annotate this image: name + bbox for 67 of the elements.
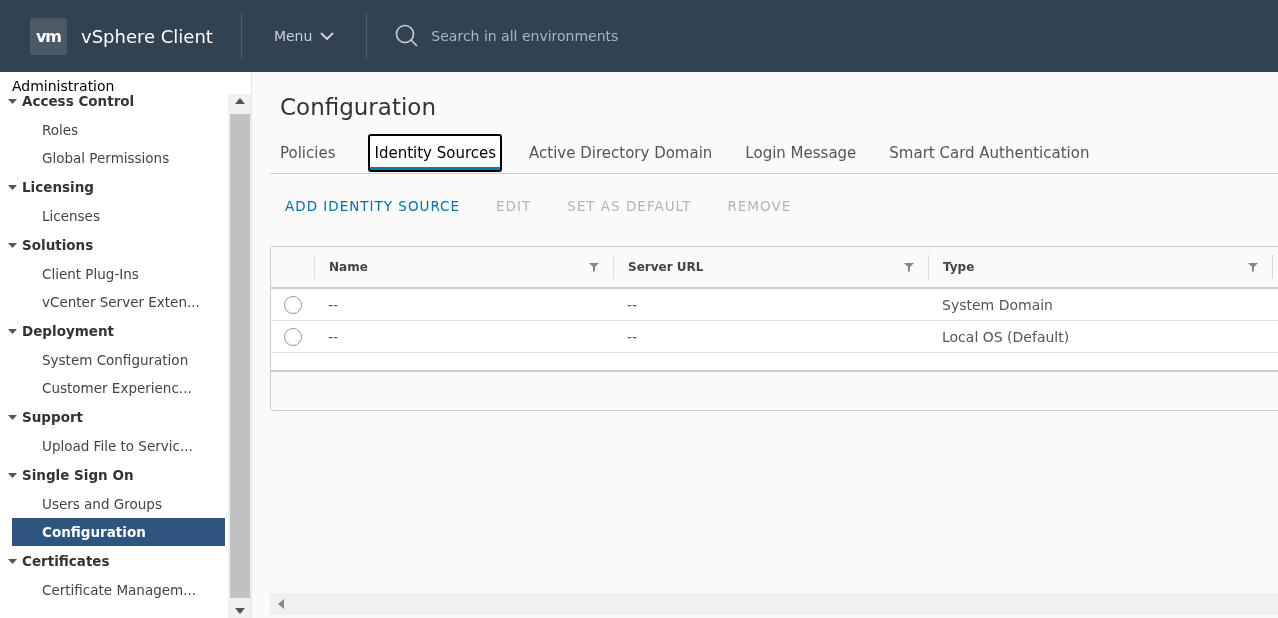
filter-icon[interactable] xyxy=(1248,262,1258,272)
column-title: Server URL xyxy=(628,260,704,274)
nav-group-header[interactable]: Certificates xyxy=(0,546,228,576)
table-cell-text: -- xyxy=(626,295,639,315)
row-radio[interactable] xyxy=(283,295,302,314)
filter-icon[interactable] xyxy=(904,262,914,272)
page-title: Configuration xyxy=(280,94,437,120)
nav-item[interactable]: vCenter Server Exten... xyxy=(12,288,225,316)
nav-group-header[interactable]: Solutions xyxy=(0,230,228,260)
table-cell-text: Local OS (Default) xyxy=(941,327,1071,347)
row-radio[interactable] xyxy=(283,327,302,346)
caret-down-icon xyxy=(8,182,17,192)
nav-group-header[interactable]: Licensing xyxy=(0,172,228,202)
action-button[interactable]: ADD IDENTITY SOURCE xyxy=(285,198,461,214)
nav-item[interactable]: Configuration xyxy=(12,518,225,546)
table-cell-text: -- xyxy=(327,327,340,347)
nav-item[interactable]: Client Plug-Ins xyxy=(12,260,225,288)
caret-down-icon xyxy=(8,240,17,250)
column-title: Type xyxy=(943,260,975,274)
column-title: Name xyxy=(329,260,368,274)
horizontal-scrollbar[interactable] xyxy=(270,593,1278,615)
app-title: vSphere Client xyxy=(81,25,213,47)
column-header[interactable]: Server URL xyxy=(613,255,928,279)
menu-button[interactable]: Menu xyxy=(269,28,339,44)
search-icon xyxy=(395,24,420,48)
group-label: Certificates xyxy=(22,553,110,569)
scroll-left-icon xyxy=(278,599,284,609)
caret-down-icon xyxy=(8,326,17,336)
nav-group-header[interactable]: Single Sign On xyxy=(0,460,228,490)
nav-item[interactable]: Certificate Managem... xyxy=(12,576,225,604)
group-label: Support xyxy=(22,409,84,425)
tab[interactable]: Policies xyxy=(274,134,342,172)
caret-down-icon xyxy=(8,412,17,422)
group-label: Solutions xyxy=(22,237,94,253)
group-label: Deployment xyxy=(22,323,114,339)
scroll-down-icon xyxy=(234,608,245,614)
group-label: Licensing xyxy=(22,179,94,195)
caret-down-icon xyxy=(8,556,17,566)
nav-item[interactable]: System Configuration xyxy=(12,346,225,374)
vm-logo: vm xyxy=(30,17,67,55)
vertical-scrollbar[interactable] xyxy=(228,94,251,618)
tab[interactable]: Identity Sources xyxy=(368,134,503,172)
tab[interactable]: Login Message xyxy=(739,134,863,172)
nav-item[interactable]: Upload File to Servic... xyxy=(12,432,225,460)
nav-item[interactable]: Customer Experienc... xyxy=(12,374,225,402)
group-label: Access Control xyxy=(22,94,135,109)
nav-item[interactable]: Users and Groups xyxy=(12,490,225,518)
column-header[interactable]: Type xyxy=(928,255,1272,279)
nav-item[interactable]: Roles xyxy=(12,116,225,144)
chevron-down-icon xyxy=(320,31,335,41)
search-field[interactable]: Search in all environments xyxy=(429,27,690,45)
caret-down-icon xyxy=(8,470,17,480)
table-cell-text: System Domain xyxy=(941,295,1054,315)
nav-group-header[interactable]: Support xyxy=(0,402,228,432)
group-label: Single Sign On xyxy=(22,467,134,483)
filter-icon[interactable] xyxy=(589,262,599,272)
nav-group-header[interactable]: Deployment xyxy=(0,316,228,346)
table-cell-text: -- xyxy=(327,295,340,315)
scroll-up-icon xyxy=(234,98,245,104)
column-header[interactable]: Name xyxy=(314,255,613,279)
nav-item[interactable]: Global Permissions xyxy=(12,144,225,172)
nav-item[interactable]: Licenses xyxy=(12,202,225,230)
tab[interactable]: Active Directory Domain xyxy=(523,134,719,172)
table-cell-text: -- xyxy=(626,327,639,347)
nav-group-header[interactable]: Access Control xyxy=(0,94,228,116)
caret-down-icon xyxy=(8,96,17,106)
tab[interactable]: Smart Card Authentication xyxy=(883,134,1096,172)
